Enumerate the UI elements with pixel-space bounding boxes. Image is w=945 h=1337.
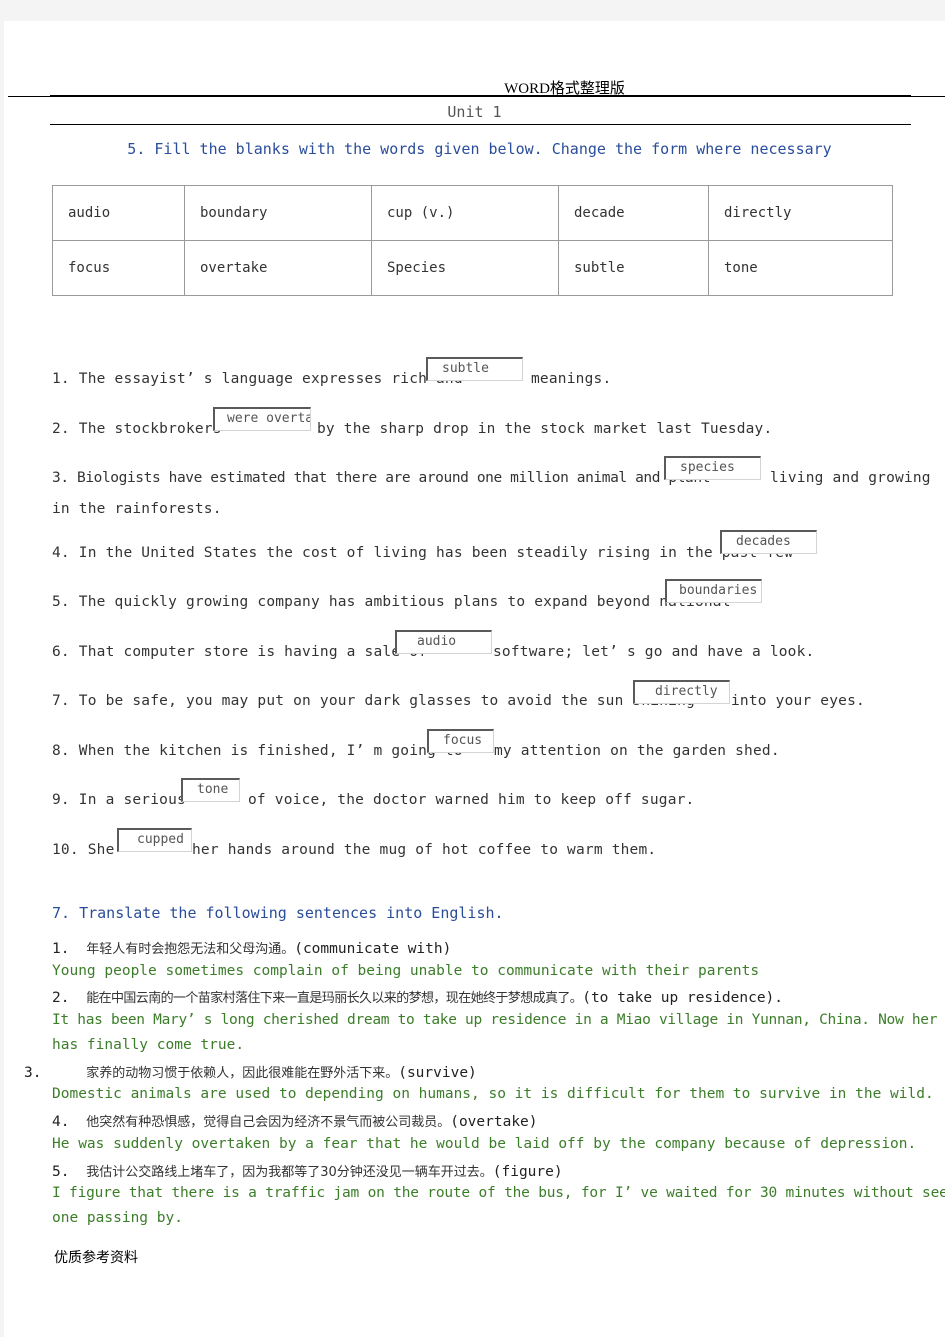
translation-prompt: 3. 家养的动物习惯于依赖人，因此很难能在野外活下来。(survive): [24, 1062, 477, 1081]
word-cell: subtle: [558, 240, 709, 296]
item-text-continuation: in the rainforests.: [52, 501, 222, 517]
item-text-before: 2. The stockbrokers: [52, 421, 222, 437]
page-footer: 优质参考资料: [54, 1250, 138, 1266]
word-bank-table: audio boundary cup (v.) decade directly …: [52, 185, 893, 296]
prompt-chinese: 家养的动物习惯于依赖人，因此很难能在野外活下来。: [86, 1066, 399, 1081]
item-text-before: 5. The quickly growing company has ambit…: [52, 594, 731, 610]
item-text-after: by the sharp drop in the stock market la…: [317, 421, 773, 437]
translation-answer-continued: one passing by.: [52, 1210, 183, 1226]
answer-field[interactable]: tone: [181, 778, 240, 802]
item-text-before: 9. In a serious: [52, 792, 186, 808]
fill-item: 8. When the kitchen is finished, I’ m go…: [52, 743, 463, 759]
unit-underline: [50, 124, 911, 125]
fill-item: 4. In the United States the cost of livi…: [52, 545, 793, 561]
translation-prompt: 1. 年轻人有时会抱怨无法和父母沟通。(communicate with): [52, 938, 451, 957]
prompt-chinese: 能在中国云南的一个苗家村落住下来一直是玛丽长久以来的梦想，现在她终于梦想成真了。: [86, 991, 583, 1006]
translation-answer: I figure that there is a traffic jam on …: [52, 1185, 945, 1201]
answer-field[interactable]: cupped: [117, 828, 192, 852]
prompt-chinese: 年轻人有时会抱怨无法和父母沟通。: [86, 942, 295, 957]
item-text-after: my attention on the garden shed.: [494, 743, 780, 759]
item-text-after: into your eyes.: [731, 693, 865, 709]
fill-item: 6. That computer store is having a sale …: [52, 644, 427, 660]
exercise7-heading: 7. Translate the following sentences int…: [52, 904, 504, 922]
prompt-chinese: 我估计公交路线上堵车了，因为我都等了30分钟还没见一辆车开过去。: [86, 1165, 493, 1180]
item-text-after: her hands around the mug of hot coffee t…: [192, 842, 657, 858]
translation-answer-continued: has finally come true.: [52, 1037, 245, 1053]
fill-item: 3. Biologists have estimated that there …: [52, 470, 710, 486]
prompt-number: 5.: [52, 1164, 70, 1180]
prompt-hint: (survive): [398, 1065, 477, 1081]
prompt-number: 4.: [52, 1114, 70, 1130]
prompt-number: 1.: [52, 941, 70, 957]
word-cell: tone: [708, 240, 893, 296]
item-text-before: 3. Biologists have estimated that there …: [52, 470, 711, 486]
fill-item: 5. The quickly growing company has ambit…: [52, 594, 731, 610]
prompt-hint: (figure): [492, 1164, 563, 1180]
fill-item: 1. The essayist’ s language expresses ri…: [52, 371, 463, 387]
prompt-chinese: 他突然有种恐惧感，觉得自己会因为经济不景气而被公司裁员。: [86, 1115, 451, 1130]
word-cell: decade: [558, 185, 709, 241]
translation-answer: Domestic animals are used to depending o…: [52, 1086, 934, 1102]
item-text-before: 8. When the kitchen is finished, I’ m go…: [52, 743, 463, 759]
header-rule-thick: [50, 95, 911, 97]
fill-item: 2. The stockbrokers: [52, 421, 222, 437]
answer-field[interactable]: subtle: [426, 357, 523, 381]
word-cell: focus: [52, 240, 185, 296]
answer-field[interactable]: boundaries: [665, 579, 762, 603]
word-cell: overtake: [184, 240, 372, 296]
exercise5-heading: 5. Fill the blanks with the words given …: [127, 140, 832, 158]
item-text-before: 6. That computer store is having a sale …: [52, 644, 428, 660]
fill-item: 9. In a serious: [52, 792, 186, 808]
word-cell: boundary: [184, 185, 372, 241]
item-text-after: of voice, the doctor warned him to keep …: [248, 792, 695, 808]
word-cell: directly: [708, 185, 893, 241]
unit-title: Unit 1: [447, 103, 502, 121]
item-text-after: meanings.: [531, 371, 612, 387]
item-text-before: 4. In the United States the cost of livi…: [52, 545, 794, 561]
answer-field[interactable]: audio: [395, 630, 492, 654]
answer-field[interactable]: species: [664, 456, 761, 480]
answer-field[interactable]: were overtak: [213, 407, 311, 431]
translation-prompt: 4. 他突然有种恐惧感，觉得自己会因为经济不景气而被公司裁员。(overtake…: [52, 1111, 538, 1130]
translation-answer: It has been Mary’ s long cherished dream…: [52, 1012, 945, 1028]
item-text-before: 10. She: [52, 842, 115, 858]
translation-answer: He was suddenly overtaken by a fear that…: [52, 1136, 917, 1152]
translation-prompt: 5. 我估计公交路线上堵车了，因为我都等了30分钟还没见一辆车开过去。(figu…: [52, 1161, 563, 1180]
prompt-number: 2.: [52, 990, 70, 1006]
word-cell: audio: [52, 185, 185, 241]
word-cell: cup (v.): [371, 185, 559, 241]
prompt-hint: (to take up residence).: [582, 990, 784, 1006]
item-text-after: living and growing: [770, 470, 931, 486]
fill-item: 7. To be safe, you may put on your dark …: [52, 693, 695, 709]
item-text-before: 7. To be safe, you may put on your dark …: [52, 693, 695, 709]
translation-answer: Young people sometimes complain of being…: [52, 963, 760, 979]
word-cell: Species: [371, 240, 559, 296]
word-bank-row: audio boundary cup (v.) decade directly: [52, 185, 893, 241]
item-text-after: software; let’ s go and have a look.: [493, 644, 815, 660]
prompt-hint: (overtake): [450, 1114, 538, 1130]
answer-field[interactable]: decades: [720, 530, 817, 554]
word-bank-row: focus overtake Species subtle tone: [52, 240, 893, 296]
item-text-before: 1. The essayist’ s language expresses ri…: [52, 371, 463, 387]
answer-field[interactable]: focus: [427, 729, 494, 753]
fill-item: 10. She: [52, 842, 115, 858]
translation-prompt: 2. 能在中国云南的一个苗家村落住下来一直是玛丽长久以来的梦想，现在她终于梦想成…: [52, 987, 783, 1006]
document-page: WORD格式整理版 Unit 1 5. Fill the blanks with…: [4, 21, 945, 1337]
prompt-number: 3.: [24, 1065, 42, 1081]
answer-field[interactable]: directly: [633, 680, 730, 704]
prompt-hint: (communicate with): [294, 941, 452, 957]
